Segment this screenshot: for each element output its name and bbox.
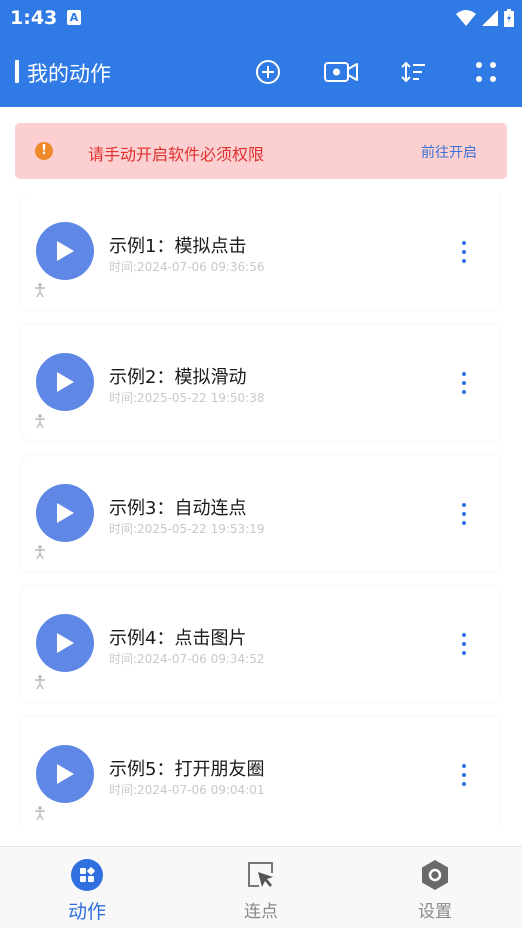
play-button[interactable] — [36, 614, 94, 672]
nav-label-settings: 设置 — [418, 902, 452, 922]
action-name: 示例5：打开朋友圈 — [109, 759, 265, 780]
nav-label-autoclick: 连点 — [244, 902, 278, 922]
action-more-button[interactable] — [450, 630, 478, 658]
banner-message: 请手动开启软件必须权限 — [88, 145, 265, 164]
person-icon — [35, 414, 45, 428]
action-name: 示例4：点击图片 — [109, 628, 247, 649]
play-icon — [57, 372, 74, 392]
enable-permission-link[interactable]: 前往开启 — [421, 142, 477, 162]
action-time: 时间:2024-07-06 09:36:56 — [109, 260, 265, 274]
permission-banner: ! 请手动开启软件必须权限 前往开启 — [15, 123, 507, 179]
status-bar: 1:43 A — [0, 0, 522, 36]
wifi-icon — [456, 10, 476, 26]
play-icon — [57, 503, 74, 523]
bottom-navigation: 动作 连点 设置 — [0, 846, 522, 928]
action-list[interactable]: 示例1：模拟点击 时间:2024-07-06 09:36:56 示例2：模拟滑动… — [0, 194, 522, 827]
action-time: 时间:2025-05-22 19:53:19 — [109, 522, 265, 536]
action-more-button[interactable] — [450, 761, 478, 789]
warning-icon: ! — [35, 142, 53, 160]
play-button[interactable] — [36, 222, 94, 280]
sort-button[interactable] — [397, 56, 429, 88]
action-time: 时间:2025-05-22 19:50:38 — [109, 391, 265, 405]
page-title: 我的动作 — [27, 62, 111, 86]
person-icon — [35, 545, 45, 559]
play-button[interactable] — [36, 484, 94, 542]
add-circle-icon — [256, 60, 280, 84]
title-accent-bar — [15, 60, 19, 83]
play-button[interactable] — [36, 745, 94, 803]
actions-grid-icon — [71, 859, 103, 891]
play-icon — [57, 241, 74, 261]
grid-dots-icon — [476, 62, 496, 82]
action-more-button[interactable] — [450, 369, 478, 397]
action-time: 时间:2024-07-06 09:34:52 — [109, 652, 265, 666]
record-button[interactable] — [323, 56, 359, 88]
more-menu-button[interactable] — [470, 56, 502, 88]
play-icon — [57, 633, 74, 653]
action-card[interactable]: 示例2：模拟滑动 时间:2025-05-22 19:50:38 — [22, 325, 500, 440]
status-app-icon: A — [67, 10, 81, 25]
nav-label-actions: 动作 — [67, 901, 106, 923]
action-card[interactable]: 示例3：自动连点 时间:2025-05-22 19:53:19 — [22, 456, 500, 571]
nav-tab-actions[interactable]: 动作 — [27, 847, 147, 928]
action-card[interactable]: 示例1：模拟点击 时间:2024-07-06 09:36:56 — [22, 194, 500, 309]
action-more-button[interactable] — [450, 500, 478, 528]
person-icon — [35, 806, 45, 820]
signal-icon — [482, 10, 498, 26]
play-button[interactable] — [36, 353, 94, 411]
person-icon — [35, 283, 45, 297]
action-time: 时间:2024-07-06 09:04:01 — [109, 783, 265, 797]
play-icon — [57, 764, 74, 784]
sort-icon — [401, 61, 425, 83]
action-name: 示例2：模拟滑动 — [109, 367, 247, 388]
settings-hex-icon — [419, 859, 451, 891]
cursor-click-icon — [245, 859, 277, 891]
action-card[interactable]: 示例5：打开朋友圈 时间:2024-07-06 09:04:01 — [22, 717, 500, 827]
person-icon — [35, 675, 45, 689]
add-action-button[interactable] — [252, 56, 284, 88]
action-name: 示例3：自动连点 — [109, 498, 247, 519]
action-more-button[interactable] — [450, 238, 478, 266]
status-time: 1:43 — [10, 7, 58, 29]
status-indicators — [456, 8, 514, 28]
nav-tab-autoclick[interactable]: 连点 — [201, 847, 321, 928]
action-card[interactable]: 示例4：点击图片 时间:2024-07-06 09:34:52 — [22, 586, 500, 701]
battery-icon — [504, 9, 514, 27]
video-record-icon — [324, 62, 358, 82]
action-name: 示例1：模拟点击 — [109, 236, 247, 257]
nav-tab-settings[interactable]: 设置 — [375, 847, 495, 928]
app-bar: 我的动作 — [0, 36, 522, 107]
